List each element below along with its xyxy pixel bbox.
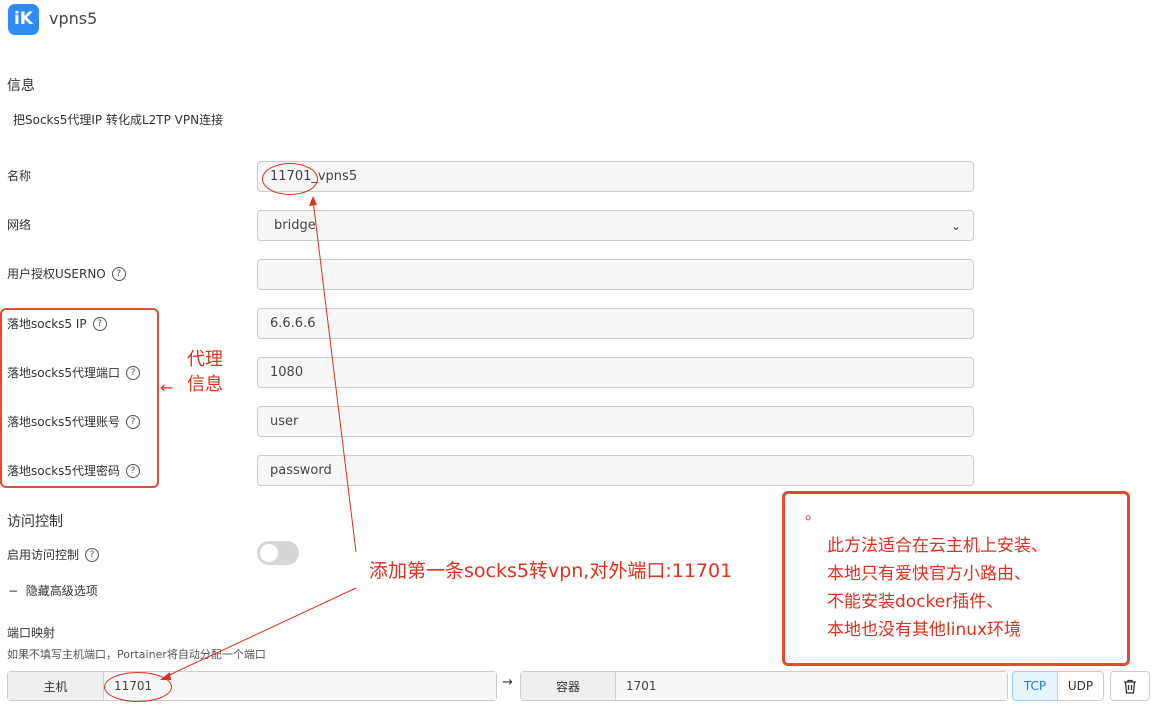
add-rule-annotation: 添加第一条socks5转vpn,对外端口:11701 — [369, 560, 733, 582]
annotation-line-to-name — [312, 199, 357, 553]
note-dot: 。 — [805, 504, 822, 523]
note-box: 。 此方法适合在云主机上安装、 本地只有爱快官方小路由、 不能安装docker插… — [782, 491, 1130, 666]
note-text: 此方法适合在云主机上安装、 本地只有爱快官方小路由、 不能安装docker插件、… — [827, 536, 1048, 640]
annotation-arrowhead — [160, 672, 171, 680]
annotation-arrowhead — [309, 196, 317, 206]
annotation-line-to-port — [164, 587, 357, 678]
